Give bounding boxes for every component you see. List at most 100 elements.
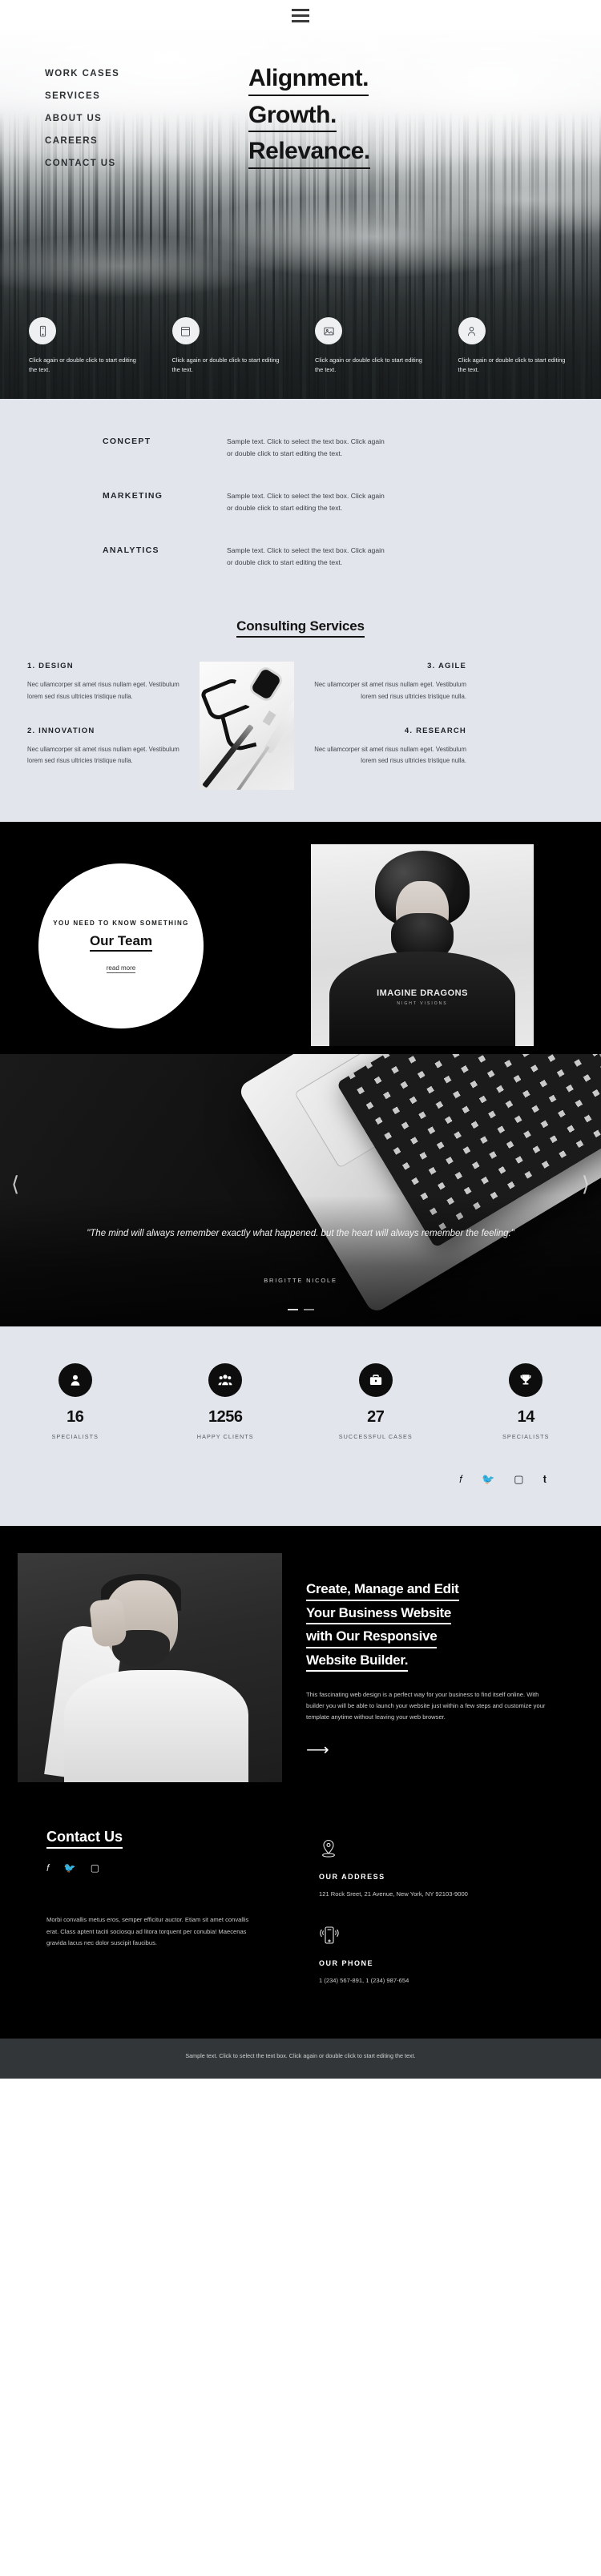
hero-card-3-text: Click again or double click to start edi… xyxy=(315,356,422,374)
facebook-icon[interactable]: 𝑓 xyxy=(459,1474,462,1484)
contact-phone-heading: OUR PHONE xyxy=(319,1959,374,1968)
consulting-item-innovation-heading: 2. INNOVATION xyxy=(27,727,95,736)
consulting-item-agile-heading: 3. AGILE xyxy=(427,662,466,671)
hero-title-line-1: Alignment. xyxy=(248,64,369,96)
services-row-concept: CONCEPT Sample text. Click to select the… xyxy=(103,436,505,460)
calendar-icon xyxy=(171,317,200,344)
services-term-analytics: ANALYTICS xyxy=(103,545,159,556)
nav-item-careers[interactable]: CAREERS xyxy=(45,136,240,146)
team-read-more-link[interactable]: read more xyxy=(106,964,136,973)
stat-specialists: 16 SPECIALISTS xyxy=(0,1363,151,1440)
person-icon xyxy=(58,1363,92,1398)
services-desc-analytics: Sample text. Click to select the text bo… xyxy=(227,546,385,567)
pagination-dot-2[interactable] xyxy=(303,1309,314,1311)
tumblr-icon[interactable]: 𝐭 xyxy=(543,1474,547,1484)
image-icon xyxy=(315,317,342,344)
bottom-bar-text: Sample text. Click to select the text bo… xyxy=(185,2052,416,2060)
stat-happy-clients-number: 1256 xyxy=(208,1408,243,1427)
mobile-phone-icon xyxy=(319,1925,601,1950)
nav-item-contact-us[interactable]: CONTACT US xyxy=(45,159,240,168)
stat-happy-clients: 1256 HAPPY CLIENTS xyxy=(151,1363,301,1440)
chevron-left-icon[interactable]: ⟨ xyxy=(11,1173,19,1197)
consulting-left-column: 1. DESIGN Nec ullamcorper sit amet risus… xyxy=(27,662,200,767)
consulting-right-column: 3. AGILE Nec ullamcorper sit amet risus … xyxy=(294,662,466,767)
contact-phone-value: 1 (234) 567-891, 1 (234) 987-654 xyxy=(319,1977,409,1985)
briefcase-icon xyxy=(358,1363,393,1398)
team-section: YOU NEED TO KNOW SOMETHING Our Team read… xyxy=(0,822,601,1055)
glasses-shape xyxy=(200,675,251,723)
stat-awards-label: SPECIALISTS xyxy=(502,1433,550,1441)
portrait-body xyxy=(64,1670,248,1783)
consulting-item-agile-text: Nec ullamcorper sit amet risus nullam eg… xyxy=(314,681,466,700)
hero-section: WORK CASES SERVICES ABOUT US CAREERS CON… xyxy=(0,30,601,399)
testimonial-slider: ⟨ ⟩ "The mind will always remember exact… xyxy=(0,1054,601,1327)
light-section: CONCEPT Sample text. Click to select the… xyxy=(0,399,601,823)
landing-page: WORK CASES SERVICES ABOUT US CAREERS CON… xyxy=(0,0,601,2079)
consulting-item-research-heading: 4. RESEARCH xyxy=(404,727,466,736)
hero-card-1[interactable]: Click again or double click to start edi… xyxy=(14,317,158,375)
twitter-icon[interactable]: 🐦 xyxy=(64,1863,76,1873)
services-row-analytics: ANALYTICS Sample text. Click to select t… xyxy=(103,545,505,569)
contact-address-heading: OUR ADDRESS xyxy=(319,1873,385,1882)
services-desc-concept: Sample text. Click to select the text bo… xyxy=(227,437,385,458)
nav-item-work-cases[interactable]: WORK CASES xyxy=(45,69,240,78)
services-row-marketing: MARKETING Sample text. Click to select t… xyxy=(103,490,505,514)
hero-navigation: WORK CASES SERVICES ABOUT US CAREERS CON… xyxy=(0,64,240,181)
consulting-item-research-text: Nec ullamcorper sit amet risus nullam eg… xyxy=(314,746,466,765)
hero-card-2[interactable]: Click again or double click to start edi… xyxy=(158,317,301,375)
consulting-item-agile: 3. AGILE Nec ullamcorper sit amet risus … xyxy=(309,662,466,702)
cta-heading-line-3: with Our Responsive xyxy=(306,1628,438,1648)
cta-heading: Create, Manage and Edit Your Business We… xyxy=(306,1580,579,1672)
testimonial-pagination xyxy=(0,1309,601,1311)
facebook-icon[interactable]: 𝑓 xyxy=(46,1863,50,1873)
testimonial-overlay xyxy=(0,1054,601,1327)
chevron-right-icon[interactable]: ⟩ xyxy=(582,1173,590,1197)
instagram-icon[interactable]: ▢ xyxy=(91,1863,99,1873)
consulting-center-image xyxy=(200,662,294,791)
nav-item-services[interactable]: SERVICES xyxy=(45,91,240,101)
pagination-dot-1[interactable] xyxy=(287,1309,298,1311)
pencil-shape xyxy=(235,746,270,791)
hero-card-2-text: Click again or double click to start edi… xyxy=(171,356,280,374)
team-kicker: YOU NEED TO KNOW SOMETHING xyxy=(53,919,189,927)
portrait-shirt: IMAGINE DRAGONS NIGHT VISIONS xyxy=(329,952,515,1047)
hero-title-line-3: Relevance. xyxy=(248,137,370,169)
services-desc-marketing: Sample text. Click to select the text bo… xyxy=(227,492,385,513)
hero-title: Alignment. Growth. Relevance. xyxy=(240,64,370,181)
stat-successful-cases: 27 SUCCESSFUL CASES xyxy=(300,1363,451,1440)
stat-awards-number: 14 xyxy=(517,1408,535,1427)
consulting-services-section: Consulting Services 1. DESIGN Nec ullamc… xyxy=(0,601,601,822)
instagram-icon[interactable]: ▢ xyxy=(514,1474,523,1484)
bottom-bar: Sample text. Click to select the text bo… xyxy=(0,2039,601,2079)
consulting-item-innovation-text: Nec ullamcorper sit amet risus nullam eg… xyxy=(27,746,179,765)
cta-heading-line-1: Create, Manage and Edit xyxy=(306,1580,459,1601)
twitter-icon[interactable]: 🐦 xyxy=(482,1474,494,1484)
hamburger-icon[interactable] xyxy=(292,8,309,22)
services-term-marketing: MARKETING xyxy=(103,491,163,501)
cta-section: Create, Manage and Edit Your Business We… xyxy=(0,1526,601,1815)
stat-awards: 14 SPECIALISTS xyxy=(451,1363,601,1440)
arrow-right-icon[interactable]: ⟶ xyxy=(306,1742,579,1758)
consulting-item-design: 1. DESIGN Nec ullamcorper sit amet risus… xyxy=(27,662,185,702)
cta-heading-line-4: Website Builder. xyxy=(306,1652,408,1672)
portrait-hand xyxy=(89,1598,127,1648)
contact-title: Contact Us xyxy=(46,1829,123,1849)
cta-paragraph: This fascinating web design is a perfect… xyxy=(306,1690,546,1721)
hero-card-4[interactable]: Click again or double click to start edi… xyxy=(444,317,587,375)
contact-phone-block: OUR PHONE 1 (234) 567-891, 1 (234) 987-6… xyxy=(319,1925,601,1984)
cta-portrait-image xyxy=(18,1553,282,1783)
services-term-concept: CONCEPT xyxy=(103,437,151,446)
top-bar xyxy=(0,0,601,30)
stat-successful-cases-number: 27 xyxy=(367,1408,385,1427)
consulting-item-innovation: 2. INNOVATION Nec ullamcorper sit amet r… xyxy=(27,727,185,767)
consulting-item-design-text: Nec ullamcorper sit amet risus nullam eg… xyxy=(27,681,179,700)
nav-item-about-us[interactable]: ABOUT US xyxy=(45,114,240,123)
trophy-icon xyxy=(509,1363,543,1398)
hero-feature-cards: Click again or double click to start edi… xyxy=(0,317,601,375)
person-icon xyxy=(458,317,486,344)
hero-card-3[interactable]: Click again or double click to start edi… xyxy=(300,317,444,375)
stat-specialists-label: SPECIALISTS xyxy=(51,1433,99,1441)
consulting-item-design-heading: 1. DESIGN xyxy=(27,662,74,671)
consulting-services-title: Consulting Services xyxy=(236,618,365,638)
hero-card-4-text: Click again or double click to start edi… xyxy=(458,356,566,374)
